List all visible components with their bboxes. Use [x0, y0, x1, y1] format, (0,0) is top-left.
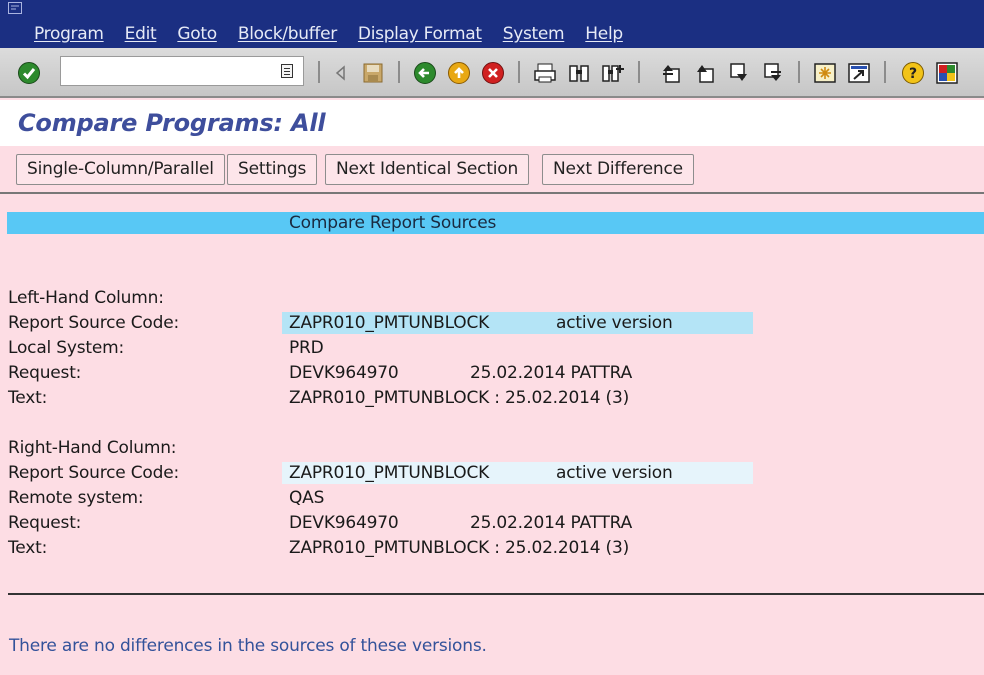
left-request-info: 25.02.2014 PATTRA: [470, 363, 633, 383]
left-system-value: PRD: [289, 338, 324, 358]
right-text-label: Text:: [8, 538, 48, 558]
menu-help[interactable]: Help: [585, 24, 623, 44]
right-source-version: active version: [556, 463, 673, 483]
command-field[interactable]: [60, 56, 304, 86]
title-bar: Compare Programs: All: [0, 100, 984, 146]
back-icon[interactable]: [328, 60, 354, 86]
svg-text:?: ?: [909, 66, 917, 82]
system-menu-icon[interactable]: [8, 2, 22, 14]
help-icon[interactable]: ?: [900, 60, 926, 86]
find-next-icon[interactable]: [600, 60, 626, 86]
left-section-label: Left-Hand Column:: [8, 288, 164, 308]
menu-goto[interactable]: Goto: [177, 24, 217, 44]
standard-toolbar: ?: [0, 48, 984, 98]
compare-header-label: Compare Report Sources: [289, 213, 497, 233]
exit-icon[interactable]: [446, 60, 472, 86]
toolbar-separator: [884, 61, 886, 83]
next-identical-section-button[interactable]: Next Identical Section: [325, 154, 530, 185]
command-input[interactable]: [61, 57, 271, 85]
right-request-id: DEVK964970: [289, 513, 399, 533]
find-icon[interactable]: [566, 60, 592, 86]
divider: [8, 593, 984, 595]
right-source-name: ZAPR010_PMTUNBLOCK: [289, 463, 490, 483]
enter-icon[interactable]: [16, 60, 42, 86]
left-system-label: Local System:: [8, 338, 124, 358]
new-session-icon[interactable]: [812, 60, 838, 86]
previous-page-icon[interactable]: [692, 60, 718, 86]
right-request-info: 25.02.2014 PATTRA: [470, 513, 633, 533]
left-text-value: ZAPR010_PMTUNBLOCK : 25.02.2014 (3): [289, 388, 630, 408]
left-source-version: active version: [556, 313, 673, 333]
next-page-icon[interactable]: [726, 60, 752, 86]
right-section-label: Right-Hand Column:: [8, 438, 177, 458]
single-column-parallel-button[interactable]: Single-Column/Parallel: [16, 154, 225, 185]
page-title: Compare Programs: All: [18, 109, 326, 137]
toolbar-separator: [798, 61, 800, 83]
toolbar-separator: [518, 61, 520, 83]
toolbar-separator: [398, 61, 400, 83]
toolbar-separator: [638, 61, 640, 83]
status-message: There are no differences in the sources …: [9, 636, 487, 656]
command-history-icon[interactable]: [281, 64, 293, 78]
shortcut-icon[interactable]: [846, 60, 872, 86]
menu-edit[interactable]: Edit: [125, 24, 157, 44]
right-system-value: QAS: [289, 488, 325, 508]
right-system-label: Remote system:: [8, 488, 144, 508]
next-difference-button[interactable]: Next Difference: [542, 154, 694, 185]
left-text-label: Text:: [8, 388, 48, 408]
first-page-icon[interactable]: [658, 60, 684, 86]
compare-header: Compare Report Sources: [7, 212, 984, 234]
application-toolbar: Single-Column/Parallel Settings Next Ide…: [0, 146, 984, 194]
settings-button[interactable]: Settings: [227, 154, 318, 185]
left-request-id: DEVK964970: [289, 363, 399, 383]
right-source-label: Report Source Code:: [8, 463, 179, 483]
menu-display-format[interactable]: Display Format: [358, 24, 482, 44]
right-request-label: Request:: [8, 513, 82, 533]
left-request-label: Request:: [8, 363, 82, 383]
menu-program[interactable]: Program: [34, 24, 104, 44]
save-icon[interactable]: [360, 60, 386, 86]
green-back-icon[interactable]: [412, 60, 438, 86]
last-page-icon[interactable]: [760, 60, 786, 86]
left-source-label: Report Source Code:: [8, 313, 179, 333]
left-source-name: ZAPR010_PMTUNBLOCK: [289, 313, 490, 333]
menu-block-buffer[interactable]: Block/buffer: [238, 24, 337, 44]
menu-system[interactable]: System: [503, 24, 565, 44]
cancel-icon[interactable]: [480, 60, 506, 86]
customize-layout-icon[interactable]: [934, 60, 960, 86]
toolbar-separator: [318, 61, 320, 83]
menu-bar: Program Edit Goto Block/buffer Display F…: [0, 0, 984, 48]
print-icon[interactable]: [532, 60, 558, 86]
right-text-value: ZAPR010_PMTUNBLOCK : 25.02.2014 (3): [289, 538, 630, 558]
